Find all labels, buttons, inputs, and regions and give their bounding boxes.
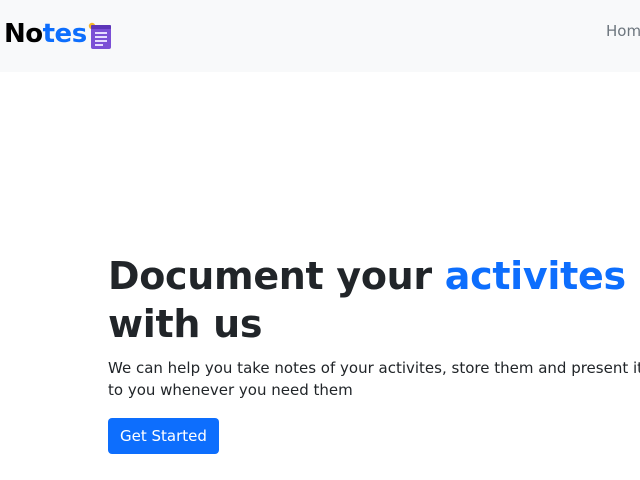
hero-title: Document your activites with us <box>108 252 640 348</box>
get-started-button[interactable]: Get Started <box>108 418 219 454</box>
hero-lead-line2: to you whenever you need them <box>108 381 353 399</box>
hero-lead-line1: We can help you take notes of your activ… <box>108 359 640 377</box>
notepad-icon <box>87 19 113 51</box>
brand-name: Notes <box>4 21 87 47</box>
brand-name-part1: No <box>4 19 43 49</box>
hero-title-part1: Document your <box>108 254 445 298</box>
hero-section: Document your activites with us We can he… <box>108 252 640 454</box>
brand-logo-link[interactable]: Notes <box>4 14 113 54</box>
brand-name-part2: tes <box>42 19 88 49</box>
navbar: Notes Home <box>0 0 640 72</box>
nav-link-home[interactable]: Home <box>606 22 640 40</box>
hero-title-part2: with us <box>108 302 263 346</box>
hero-lead: We can help you take notes of your activ… <box>108 357 640 401</box>
hero-title-accent: activites <box>444 254 626 298</box>
